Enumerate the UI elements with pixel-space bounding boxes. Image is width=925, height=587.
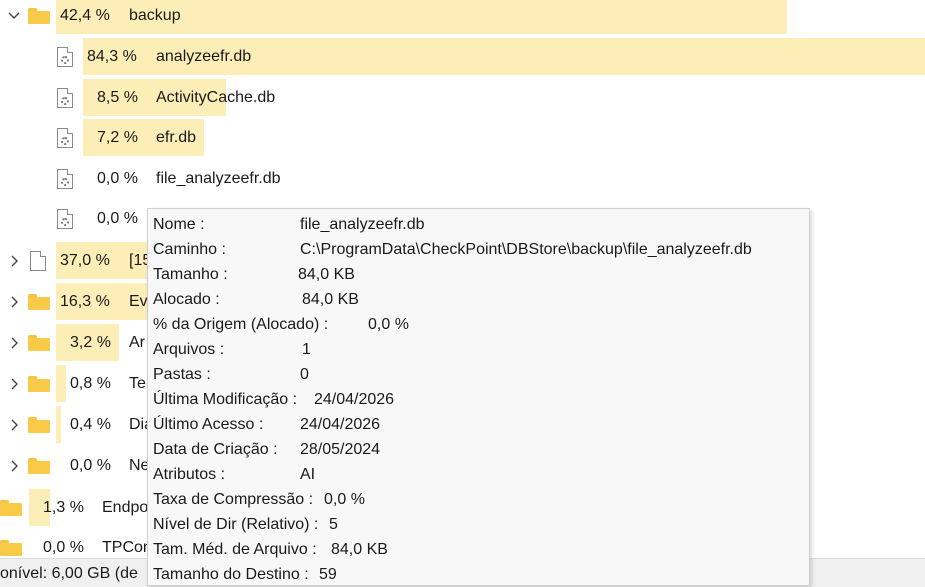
item-name: file_analyzeefr.db: [156, 170, 281, 187]
tooltip-label: Alocado :: [153, 291, 220, 308]
size-percent: 84,3 %: [87, 48, 137, 65]
status-free-space: onível: 6,00 GB (de: [0, 565, 138, 582]
tooltip-label: Nível de Dir (Relativo) :: [153, 516, 319, 533]
tooltip-value: 84,0 KB: [298, 266, 355, 283]
chevron-right-icon[interactable]: [7, 377, 21, 391]
chevron-right-icon[interactable]: [7, 336, 21, 350]
tooltip-label: Tamanho :: [153, 266, 228, 283]
file-icon: [30, 251, 46, 271]
chevron-down-icon[interactable]: [7, 9, 21, 23]
tooltip-value: 84,0 KB: [331, 541, 388, 558]
tooltip-value: 28/05/2024: [300, 441, 381, 458]
tooltip-label: Última Modificação :: [153, 391, 298, 408]
tooltip-value: 24/04/2026: [300, 416, 381, 433]
folder-icon: [28, 458, 50, 474]
folder-icon: [28, 417, 50, 433]
size-percent: 42,4 %: [60, 7, 110, 24]
size-percent: 8,5 %: [97, 89, 138, 106]
tooltip-value: AI: [300, 466, 316, 483]
size-percent: 16,3 %: [60, 293, 110, 310]
tree-row-file[interactable]: 7,2 % efr.db: [0, 118, 925, 158]
database-file-icon: [57, 128, 73, 148]
size-bar: [56, 406, 61, 443]
chevron-right-icon[interactable]: [7, 459, 21, 473]
item-name: Ar: [129, 334, 145, 351]
size-percent: 3,2 %: [70, 334, 111, 351]
tooltip-value: 5: [329, 516, 338, 533]
tooltip-value: 59: [319, 566, 337, 583]
size-percent: 37,0 %: [60, 252, 110, 269]
folder-icon: [28, 376, 50, 392]
tooltip-label: Último Acesso :: [153, 416, 264, 433]
tooltip-value: 24/04/2026: [314, 391, 395, 408]
database-file-icon: [57, 88, 73, 108]
chevron-right-icon[interactable]: [7, 295, 21, 309]
tooltip-label: Data de Criação :: [153, 441, 278, 458]
tooltip-label: Nome :: [153, 216, 205, 233]
item-name: TPCon: [102, 539, 152, 556]
tooltip-value: 0,0 %: [324, 491, 365, 508]
tooltip-value: 0,0 %: [368, 316, 409, 333]
tooltip-value: file_analyzeefr.db: [300, 216, 425, 233]
tree-row-file[interactable]: 0,0 % file_analyzeefr.db: [0, 159, 925, 199]
database-file-icon: [57, 169, 73, 189]
tooltip-value: 1: [302, 341, 311, 358]
size-percent: 0,0 %: [70, 457, 111, 474]
size-percent: 0,8 %: [70, 375, 111, 392]
file-info-tooltip: Nome : file_analyzeefr.db Caminho : C:\P…: [147, 208, 810, 586]
size-bar: [56, 365, 66, 402]
tooltip-label: Arquivos :: [153, 341, 225, 358]
tooltip-value: 0: [300, 366, 309, 383]
size-percent: 0,0 %: [97, 210, 138, 227]
tooltip-label: Caminho :: [153, 241, 226, 258]
folder-icon: [0, 500, 22, 516]
folder-icon: [28, 294, 50, 310]
chevron-right-icon[interactable]: [7, 254, 21, 268]
tooltip-label: Tamanho do Destino :: [153, 566, 309, 583]
folder-icon: [28, 8, 50, 24]
item-name: Ev: [129, 293, 148, 310]
chevron-right-icon[interactable]: [7, 418, 21, 432]
item-name: Endpo: [102, 499, 149, 516]
tree-row-file[interactable]: 8,5 % ActivityCache.db: [0, 78, 925, 118]
size-percent: 0,4 %: [70, 416, 111, 433]
size-percent: 7,2 %: [97, 129, 138, 146]
item-name: ActivityCache.db: [156, 89, 276, 106]
tooltip-label: Taxa de Compressão :: [153, 491, 314, 508]
database-file-icon: [57, 47, 73, 67]
item-name: analyzeefr.db: [156, 48, 252, 65]
tree-row-backup[interactable]: 42,4 % backup: [0, 0, 925, 36]
tooltip-value: 84,0 KB: [302, 291, 359, 308]
item-name: efr.db: [156, 129, 197, 146]
size-percent: 0,0 %: [43, 539, 84, 556]
folder-icon: [0, 540, 22, 556]
folder-icon: [28, 335, 50, 351]
item-name: backup: [129, 7, 181, 24]
tooltip-label: Pastas :: [153, 366, 211, 383]
size-percent: 0,0 %: [97, 170, 138, 187]
database-file-icon: [57, 209, 73, 229]
tooltip-label: Tam. Méd. de Arquivo :: [153, 541, 317, 558]
tooltip-label: Atributos :: [153, 466, 226, 483]
tooltip-label: % da Origem (Alocado) :: [153, 316, 329, 333]
size-percent: 1,3 %: [43, 499, 84, 516]
tree-row-file[interactable]: 84,3 % analyzeefr.db: [0, 37, 925, 77]
tooltip-value: C:\ProgramData\CheckPoint\DBStore\backup…: [300, 241, 752, 258]
